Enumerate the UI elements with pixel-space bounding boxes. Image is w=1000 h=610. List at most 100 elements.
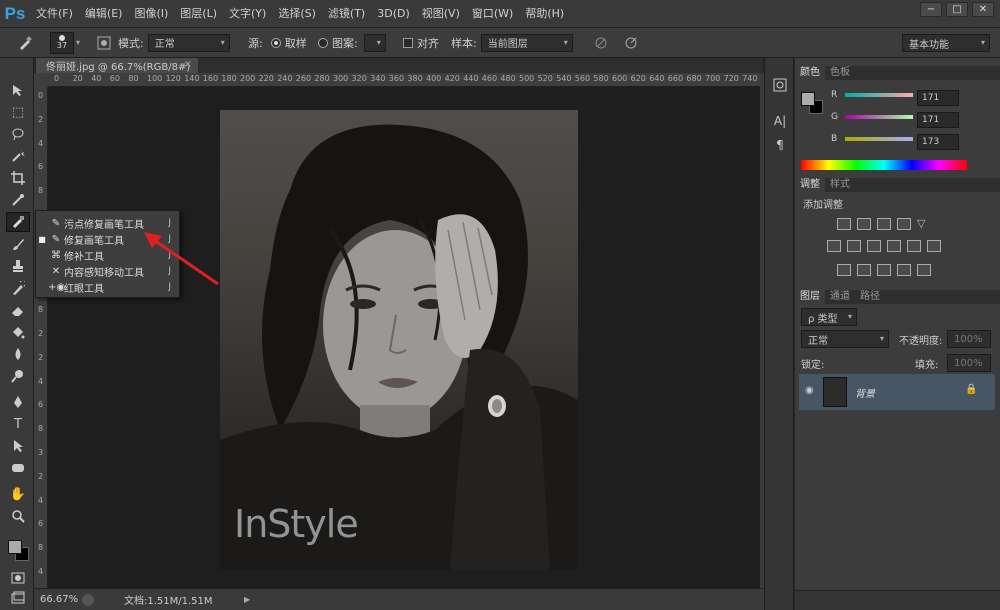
sampled-radio[interactable] bbox=[270, 37, 281, 48]
move-tool-icon[interactable] bbox=[6, 80, 30, 100]
black-white-icon[interactable] bbox=[867, 240, 881, 252]
lasso-tool-icon[interactable] bbox=[6, 124, 30, 144]
status-menu-icon[interactable]: ▶ bbox=[244, 595, 250, 604]
red-value[interactable]: 171 bbox=[917, 90, 959, 106]
quick-mask-icon[interactable] bbox=[6, 568, 30, 588]
posterize-icon[interactable] bbox=[857, 264, 871, 276]
blue-slider[interactable] bbox=[845, 137, 913, 141]
green-value[interactable]: 171 bbox=[917, 112, 959, 128]
paint-bucket-tool-icon[interactable] bbox=[6, 322, 30, 342]
pressure-icon[interactable] bbox=[616, 28, 646, 58]
channel-g-label: G bbox=[831, 112, 838, 122]
document-tab[interactable]: 佟丽娅.jpg @ 66.7%(RGB/8#) × bbox=[36, 58, 198, 73]
exposure-icon[interactable] bbox=[897, 218, 911, 230]
eye-visibility-icon[interactable]: ◉ bbox=[805, 385, 814, 396]
tab-styles[interactable]: 样式 bbox=[825, 178, 855, 192]
invert-icon[interactable] bbox=[837, 264, 851, 276]
menu-image[interactable]: 图像(I) bbox=[128, 0, 174, 28]
tab-channels[interactable]: 通道 bbox=[825, 290, 855, 304]
fill-field[interactable]: 100% bbox=[947, 354, 991, 372]
photo-filter-icon[interactable] bbox=[887, 240, 901, 252]
curves-icon[interactable] bbox=[877, 218, 891, 230]
pattern-picker[interactable]: ▾ bbox=[363, 33, 386, 52]
green-slider[interactable] bbox=[845, 115, 913, 119]
minimize-button[interactable]: − bbox=[920, 2, 942, 17]
brush-panel-icon[interactable] bbox=[90, 28, 118, 58]
marquee-tool-icon[interactable]: ⬚ bbox=[6, 102, 30, 122]
red-slider[interactable] bbox=[845, 93, 913, 97]
eraser-tool-icon[interactable] bbox=[6, 300, 30, 320]
gradient-map-icon[interactable] bbox=[917, 264, 931, 276]
color-balance-icon[interactable] bbox=[847, 240, 861, 252]
opacity-field[interactable]: 100% bbox=[947, 330, 991, 348]
selective-color-icon[interactable] bbox=[897, 264, 911, 276]
paragraph-panel-icon[interactable]: ¶ bbox=[770, 136, 790, 154]
hue-saturation-icon[interactable] bbox=[827, 240, 841, 252]
tab-color[interactable]: 颜色 bbox=[795, 66, 825, 80]
sample-select[interactable]: 当前图层 ▾ bbox=[480, 33, 573, 52]
threshold-icon[interactable] bbox=[877, 264, 891, 276]
aligned-label: 对齐 bbox=[417, 36, 439, 50]
close-window-button[interactable]: ✕ bbox=[972, 2, 994, 17]
character-panel-icon[interactable]: A| bbox=[770, 112, 790, 130]
aligned-checkbox[interactable] bbox=[403, 37, 413, 48]
flyout-item-label: 修复画笔工具 bbox=[64, 235, 124, 247]
close-tab-icon[interactable]: × bbox=[184, 59, 192, 70]
channel-mixer-icon[interactable] bbox=[907, 240, 921, 252]
blend-mode-select[interactable]: 正常 ▾ bbox=[801, 330, 889, 348]
layer-kind-filter[interactable]: ρ 类型 ▾ bbox=[801, 308, 857, 326]
ruler-tick: 3 bbox=[38, 448, 44, 457]
ignore-adjustment-icon[interactable] bbox=[586, 28, 616, 58]
document-image[interactable]: InStyle bbox=[220, 110, 578, 570]
menu-help[interactable]: 帮助(H) bbox=[519, 0, 570, 28]
workspace-select[interactable]: 基本功能 ▾ bbox=[902, 34, 990, 52]
hand-tool-icon[interactable]: ✋ bbox=[6, 484, 30, 504]
color-spectrum[interactable] bbox=[801, 160, 967, 170]
menu-3d[interactable]: 3D(D) bbox=[371, 0, 416, 28]
pattern-radio[interactable] bbox=[318, 37, 328, 48]
magic-wand-tool-icon[interactable] bbox=[6, 146, 30, 166]
brightness-icon[interactable] bbox=[837, 218, 851, 230]
history-brush-tool-icon[interactable] bbox=[6, 278, 30, 298]
tab-adjustments[interactable]: 调整 bbox=[795, 178, 825, 192]
crop-tool-icon[interactable] bbox=[6, 168, 30, 188]
brush-tool-icon[interactable] bbox=[6, 234, 30, 254]
menu-view[interactable]: 视图(V) bbox=[416, 0, 466, 28]
healing-brush-tool-icon[interactable] bbox=[0, 28, 50, 58]
maximize-button[interactable]: □ bbox=[946, 2, 968, 17]
layer-row-background[interactable]: ◉ 背景 🔒 bbox=[799, 374, 995, 410]
history-panel-icon[interactable] bbox=[770, 76, 790, 94]
menu-select[interactable]: 选择(S) bbox=[272, 0, 322, 28]
ruler-tick: 380 bbox=[407, 74, 423, 83]
shape-tool-icon[interactable] bbox=[6, 458, 30, 478]
ruler-top: 0 20 40 60 80 100 120 140 160 180 200 220 240 260 280 3… bbox=[48, 73, 760, 87]
zoom-tool-icon[interactable] bbox=[6, 506, 30, 526]
screen-mode-icon[interactable] bbox=[6, 588, 30, 608]
tab-swatches[interactable]: 色板 bbox=[825, 66, 855, 80]
brush-picker[interactable]: 37 ▾ bbox=[50, 28, 90, 58]
menu-window[interactable]: 窗口(W) bbox=[466, 0, 519, 28]
ruler-tick: 640 bbox=[649, 74, 665, 83]
zoom-level[interactable]: 66.67% bbox=[40, 594, 82, 605]
menu-edit[interactable]: 编辑(E) bbox=[79, 0, 129, 28]
menu-file[interactable]: 文件(F) bbox=[30, 0, 79, 28]
vibrance-icon[interactable]: ▽ bbox=[917, 218, 931, 230]
healing-brush-tool-button[interactable] bbox=[6, 212, 30, 232]
text-tool-icon[interactable]: T bbox=[6, 414, 30, 434]
tab-paths[interactable]: 路径 bbox=[855, 290, 885, 304]
menu-filter[interactable]: 滤镜(T) bbox=[322, 0, 371, 28]
dodge-tool-icon[interactable] bbox=[6, 366, 30, 386]
clone-stamp-tool-icon[interactable] bbox=[6, 256, 30, 276]
menu-layer[interactable]: 图层(L) bbox=[174, 0, 223, 28]
eyedropper-tool-icon[interactable] bbox=[6, 190, 30, 210]
menu-type[interactable]: 文字(Y) bbox=[223, 0, 272, 28]
pen-tool-icon[interactable] bbox=[6, 392, 30, 412]
tab-layers[interactable]: 图层 bbox=[795, 290, 825, 304]
blue-value[interactable]: 173 bbox=[917, 134, 959, 150]
blur-tool-icon[interactable] bbox=[6, 344, 30, 364]
levels-icon[interactable] bbox=[857, 218, 871, 230]
path-selection-tool-icon[interactable] bbox=[6, 436, 30, 456]
layer-name[interactable]: 背景 bbox=[855, 385, 875, 400]
mode-select[interactable]: 正常 ▾ bbox=[147, 33, 230, 52]
color-lookup-icon[interactable] bbox=[927, 240, 941, 252]
